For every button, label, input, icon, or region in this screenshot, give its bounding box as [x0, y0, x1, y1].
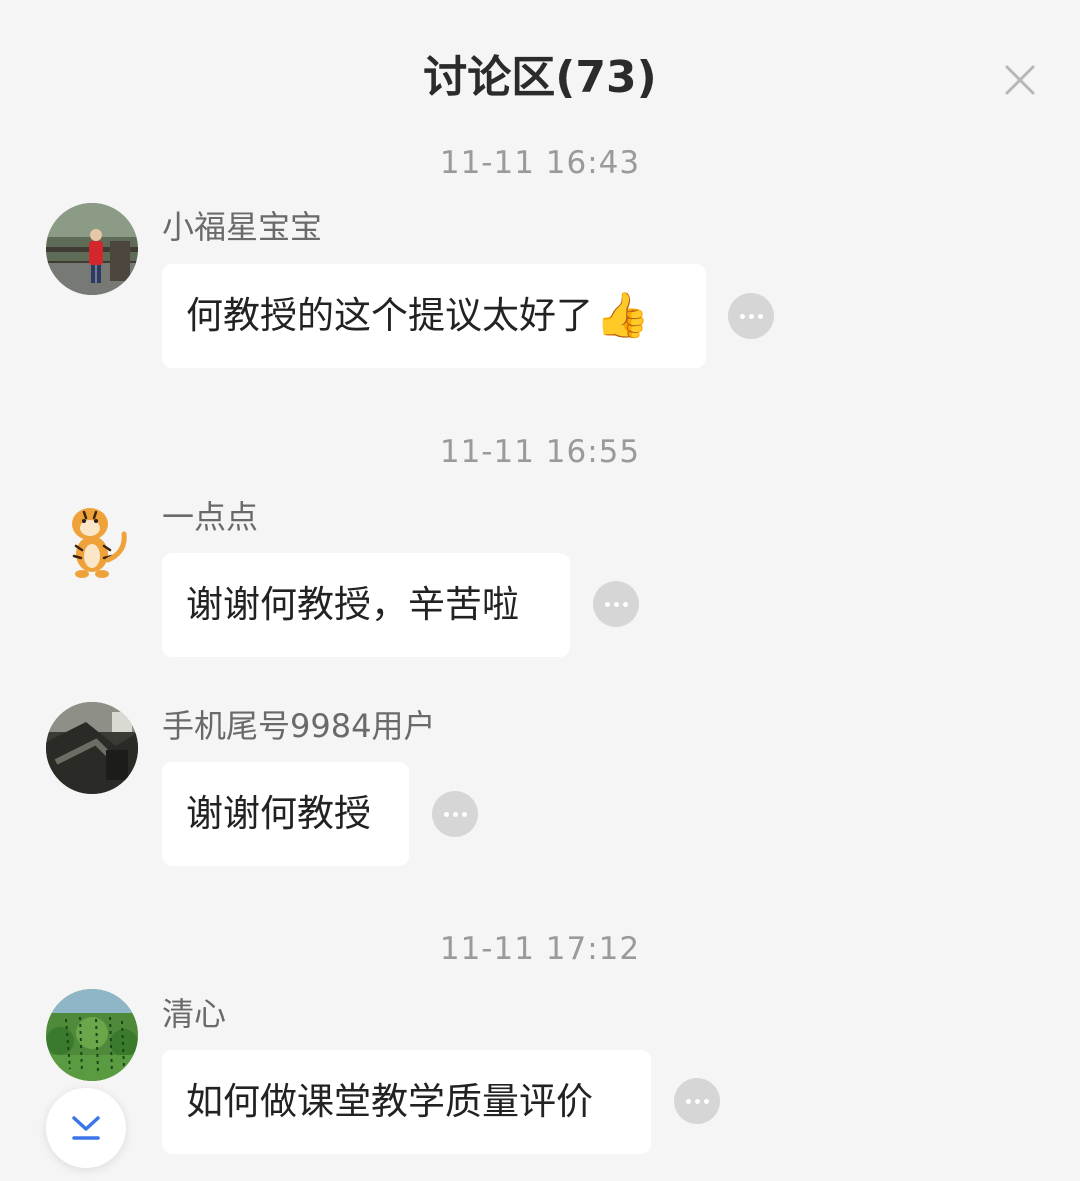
- more-options-button[interactable]: [432, 791, 478, 837]
- avatar[interactable]: [46, 989, 138, 1081]
- chevron-double-down-icon: [72, 1116, 100, 1140]
- username: 清心: [162, 995, 227, 1033]
- message-text: 如何做课堂教学质量评价: [186, 1080, 593, 1123]
- avatar[interactable]: [46, 494, 138, 586]
- username: 手机尾号9984用户: [162, 707, 436, 745]
- close-button[interactable]: [992, 52, 1048, 108]
- message-text: 谢谢何教授: [186, 792, 371, 835]
- message-bubble: 如何做课堂教学质量评价: [162, 1050, 651, 1154]
- more-options-button[interactable]: [674, 1078, 720, 1124]
- message-timestamp: 11-11 16:55: [439, 434, 641, 470]
- username: 小福星宝宝: [162, 208, 323, 246]
- discussion-panel: 讨论区(73) 11-11 16:43 小福星宝宝 何教授的这个提议太好了 👍 …: [0, 0, 1080, 1181]
- avatar[interactable]: [46, 203, 138, 295]
- more-options-button[interactable]: [728, 293, 774, 339]
- scroll-to-bottom-button[interactable]: [46, 1088, 126, 1168]
- username: 一点点: [162, 498, 259, 536]
- more-options-button[interactable]: [593, 581, 639, 627]
- page-title: 讨论区(73): [423, 52, 657, 103]
- message-text: 谢谢何教授，辛苦啦: [186, 583, 519, 626]
- message-bubble: 谢谢何教授，辛苦啦: [162, 553, 570, 657]
- avatar[interactable]: [46, 702, 138, 794]
- close-icon: [1005, 65, 1035, 95]
- message-text: 何教授的这个提议太好了: [186, 294, 593, 337]
- message-timestamp: 11-11 16:43: [439, 145, 641, 181]
- message-bubble: 谢谢何教授: [162, 762, 409, 866]
- message-timestamp: 11-11 17:12: [439, 931, 641, 967]
- thumbs-up-icon: 👍: [595, 290, 650, 341]
- message-bubble: 何教授的这个提议太好了 👍: [162, 264, 706, 368]
